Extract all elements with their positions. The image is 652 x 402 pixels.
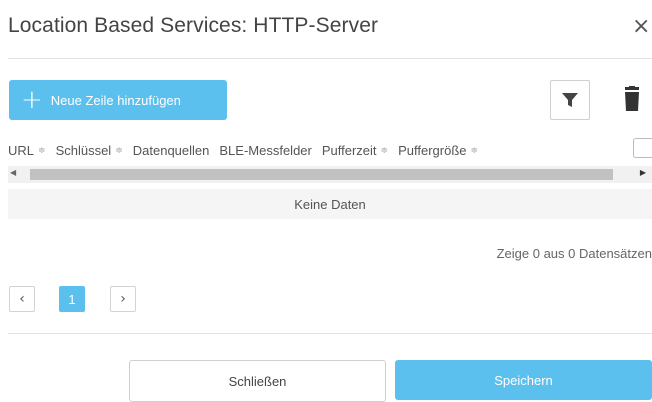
header-divider	[8, 58, 652, 59]
trash-icon	[625, 86, 639, 111]
column-header-datasources[interactable]: Datenquellen	[133, 143, 210, 158]
column-label: URL	[8, 142, 35, 158]
page-next-button[interactable]: ›	[110, 286, 136, 312]
table-header: URL ≑ Schlüssel ≑ Datenquellen BLE-Messf…	[8, 138, 652, 162]
dialog-title: Location Based Services: HTTP-Server	[8, 14, 379, 37]
select-all-checkbox[interactable]	[633, 138, 652, 158]
empty-table-row: Keine Daten	[8, 189, 652, 219]
empty-text: Keine Daten	[294, 196, 366, 212]
column-header-buffer-time[interactable]: Pufferzeit ≑	[322, 143, 388, 158]
close-icon[interactable]: ×	[632, 14, 650, 40]
page-current[interactable]: 1	[59, 286, 85, 312]
column-label: BLE-Messfelder	[219, 142, 312, 158]
delete-button[interactable]	[612, 80, 652, 118]
column-header-key[interactable]: Schlüssel ≑	[56, 143, 123, 158]
scrollbar-thumb[interactable]	[30, 169, 613, 180]
footer-divider	[8, 333, 652, 334]
horizontal-scrollbar[interactable]: ◀ ▶	[8, 166, 652, 183]
add-row-button[interactable]: + Neue Zeile hinzufügen	[9, 80, 227, 120]
add-row-label: Neue Zeile hinzufügen	[50, 92, 181, 108]
column-label: Datenquellen	[132, 142, 210, 158]
plus-icon: +	[21, 85, 43, 115]
close-button[interactable]: Schließen	[129, 360, 386, 402]
scroll-right-icon[interactable]: ▶	[640, 168, 646, 177]
page-prev-button[interactable]: ‹	[9, 286, 35, 312]
column-label: Puffergröße	[398, 142, 467, 158]
chevron-right-icon: ›	[120, 291, 126, 307]
sort-icon[interactable]: ≑	[38, 145, 46, 156]
scroll-left-icon[interactable]: ◀	[10, 168, 16, 177]
filter-button[interactable]	[550, 80, 590, 120]
sort-icon[interactable]: ≑	[115, 145, 123, 156]
records-summary: Zeige 0 aus 0 Datensätzen	[496, 246, 652, 261]
filter-icon	[562, 93, 578, 107]
column-label: Pufferzeit	[321, 142, 377, 158]
column-header-buffer-size[interactable]: Puffergröße ≑	[398, 143, 478, 158]
column-label: Schlüssel	[55, 142, 112, 158]
column-header-url[interactable]: URL ≑	[8, 143, 46, 158]
save-button[interactable]: Speichern	[395, 360, 652, 400]
column-header-ble-fields[interactable]: BLE-Messfelder	[219, 143, 311, 158]
sort-icon[interactable]: ≑	[471, 145, 479, 156]
sort-icon[interactable]: ≑	[381, 145, 389, 156]
chevron-left-icon: ‹	[19, 291, 25, 307]
